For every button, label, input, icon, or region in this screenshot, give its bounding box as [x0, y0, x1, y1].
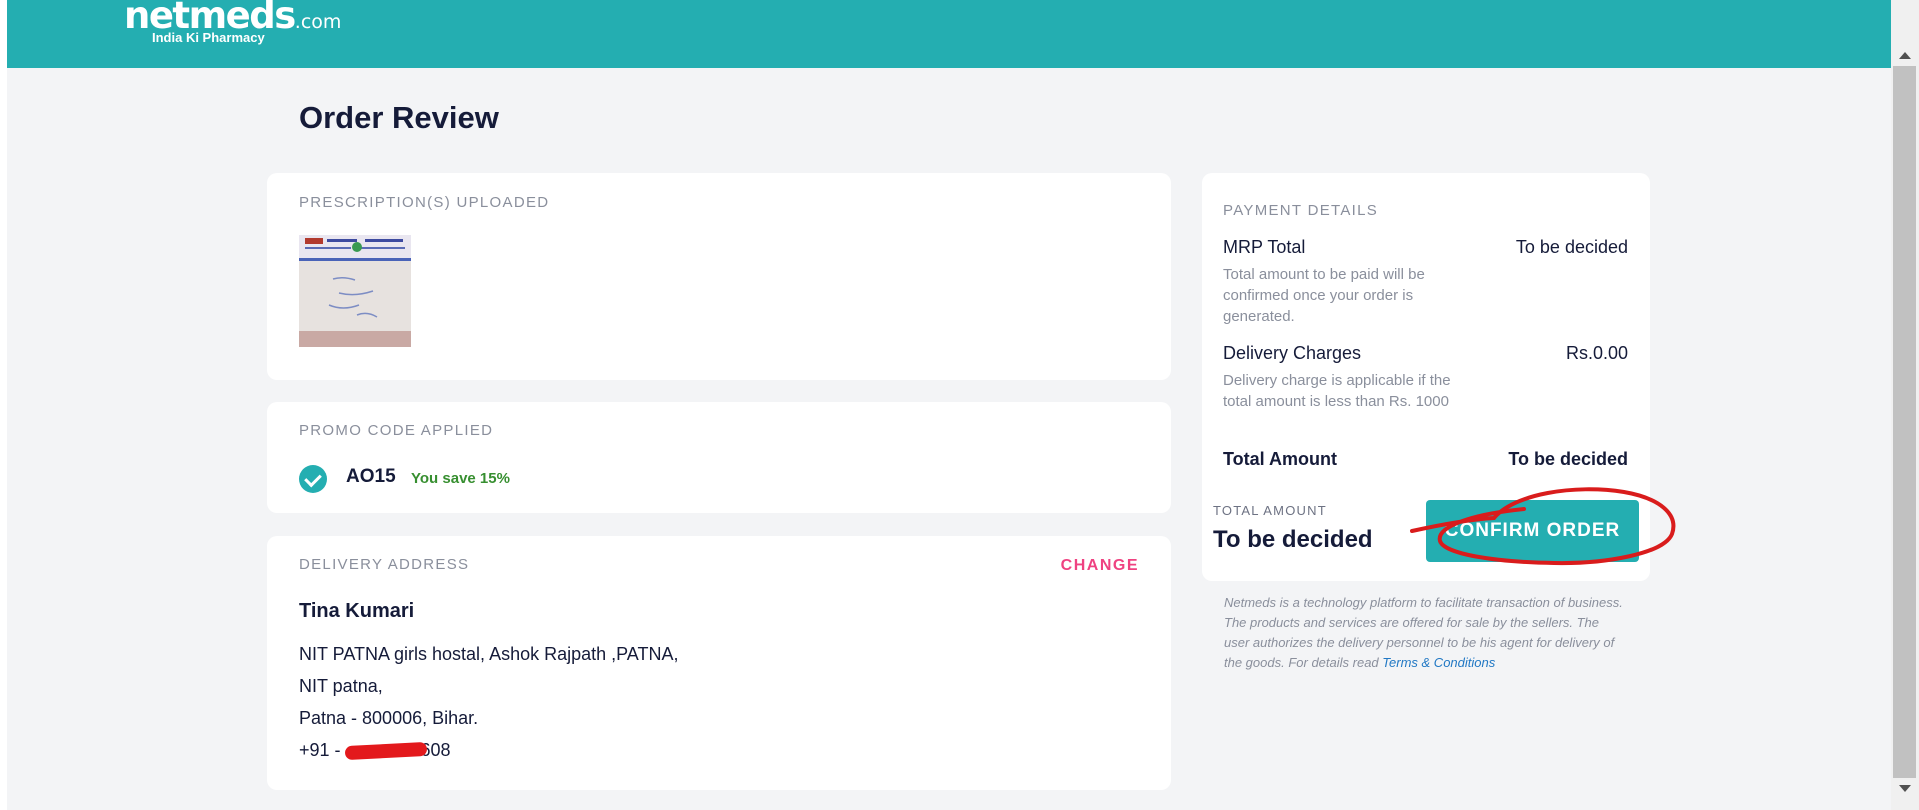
address-line-3: Patna - 800006, Bihar.	[299, 708, 479, 728]
mrp-total-label: MRP Total	[1223, 237, 1306, 257]
scroll-down-arrow-icon[interactable]	[1899, 785, 1911, 792]
promo-code: AO15	[346, 466, 396, 487]
delivery-charges-note: Delivery charge is applicable if the tot…	[1223, 372, 1451, 410]
netmeds-logo[interactable]: netmeds.com India Ki Pharmacy	[124, 0, 342, 45]
window-edge	[0, 0, 7, 810]
delivery-section-label: DELIVERY ADDRESS	[299, 556, 470, 573]
scrollbar-thumb[interactable]	[1893, 66, 1916, 778]
promo-section-label: PROMO CODE APPLIED	[299, 422, 494, 439]
mrp-total-value: To be decided	[1515, 237, 1628, 257]
prescription-section-label: PRESCRIPTION(S) UPLOADED	[299, 194, 550, 211]
footer-total-value: To be decided	[1213, 526, 1373, 553]
top-header: netmeds.com India Ki Pharmacy	[7, 0, 1891, 68]
logo-suffix: .com	[294, 11, 342, 33]
legal-disclaimer: Netmeds is a technology platform to faci…	[1224, 593, 1624, 673]
prescription-thumbnail[interactable]	[299, 235, 411, 347]
address-line-2: NIT patna,	[299, 676, 383, 696]
recipient-name: Tina Kumari	[299, 600, 415, 622]
phone-number: +91 -608	[299, 740, 451, 761]
delivery-address-card: DELIVERY ADDRESS CHANGE Tina Kumari NIT …	[267, 536, 1171, 790]
phone-prefix: +91 -	[299, 740, 341, 760]
prescription-image-icon	[299, 235, 411, 347]
delivery-charges-label: Delivery Charges	[1223, 343, 1362, 363]
payment-details-card: PAYMENT DETAILS MRP Total To be decided …	[1202, 173, 1650, 581]
total-amount-label: Total Amount	[1223, 449, 1337, 469]
redaction-mark	[344, 741, 428, 761]
delivery-charges-value: Rs.0.00	[1565, 343, 1628, 363]
prescription-card: PRESCRIPTION(S) UPLOADED	[267, 173, 1171, 380]
terms-conditions-link[interactable]: Terms & Conditions	[1382, 655, 1495, 670]
change-address-button[interactable]: CHANGE	[1061, 557, 1139, 575]
footer-total-label: TOTAL AMOUNT	[1213, 503, 1327, 518]
promo-card: PROMO CODE APPLIED AO15 You save 15%	[267, 402, 1171, 513]
page-title: Order Review	[299, 100, 499, 135]
logo-tagline: India Ki Pharmacy	[152, 30, 265, 45]
total-amount-value: To be decided	[1508, 449, 1628, 469]
confirm-order-button[interactable]: CONFIRM ORDER	[1426, 500, 1639, 562]
check-circle-icon	[299, 465, 327, 493]
vertical-scrollbar[interactable]	[1891, 0, 1919, 810]
address-line-1: NIT PATNA girls hostal, Ashok Rajpath ,P…	[299, 644, 679, 664]
payment-section-label: PAYMENT DETAILS	[1223, 202, 1379, 219]
promo-savings-text: You save 15%	[411, 470, 510, 487]
scroll-up-arrow-icon[interactable]	[1899, 52, 1911, 59]
mrp-total-note: Total amount to be paid will be confirme…	[1223, 266, 1425, 325]
